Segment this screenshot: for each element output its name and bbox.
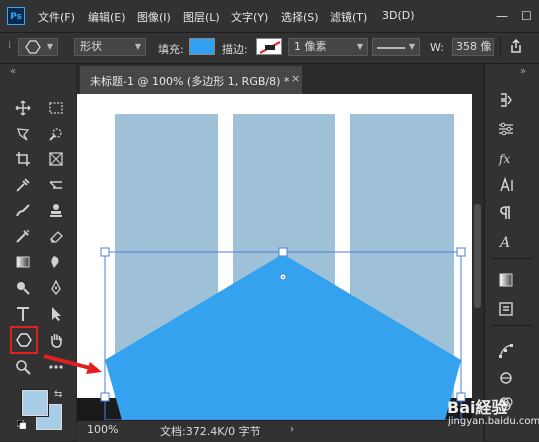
fx-icon[interactable]: fx [494, 146, 518, 170]
eraser-tool-icon[interactable] [45, 225, 67, 247]
chevron-down-icon: ▼ [356, 42, 363, 51]
frame-tool-icon[interactable] [45, 148, 67, 170]
crop-tool-icon[interactable] [12, 148, 34, 170]
hand-tool-icon[interactable] [45, 329, 67, 351]
minimize-button[interactable]: — [496, 9, 508, 23]
menu-edit[interactable]: 编辑(E) [88, 9, 126, 25]
properties-icon[interactable] [494, 339, 518, 363]
photoshop-logo: Ps [7, 7, 25, 25]
red-arrow-annotation [43, 354, 102, 374]
stroke-label: 描边: [222, 43, 248, 56]
stroke-color-swatch[interactable] [256, 38, 282, 55]
width-label: W: [430, 41, 444, 54]
baidu-watermark: Bai経验 [447, 398, 508, 417]
menu-bar [0, 0, 539, 33]
smudge-tool-icon[interactable] [45, 251, 67, 273]
menu-select[interactable]: 选择(S) [281, 9, 319, 25]
maximize-button[interactable]: ☐ [521, 9, 532, 23]
stroke-none-icon [259, 41, 281, 54]
stroke-width-value: 1 像素 [294, 40, 327, 53]
width-input[interactable]: 358 像 [452, 38, 494, 56]
fill-color-swatch[interactable] [189, 38, 215, 55]
tool-mode-value: 形状 [80, 40, 102, 53]
menu-filter[interactable]: 滤镜(T) [330, 9, 367, 25]
tool-mode-select[interactable]: 形状 ▼ [74, 38, 146, 56]
libraries-icon[interactable] [494, 297, 518, 321]
dodge-tool-icon[interactable] [12, 277, 34, 299]
zoom-level[interactable]: 100% [87, 423, 118, 436]
gradient-tool-icon[interactable] [12, 251, 34, 273]
polygon-tool-icon[interactable] [13, 329, 35, 351]
baidu-watermark-url: jingyan.baidu.com [448, 416, 539, 427]
expand-panels-icon[interactable]: » [520, 66, 526, 77]
chevron-down-icon: ▼ [134, 42, 141, 51]
default-colors-icon[interactable] [16, 419, 27, 430]
gradient-icon[interactable] [494, 268, 518, 292]
collapse-panel-icon[interactable]: « [10, 66, 16, 77]
svg-text:fx: fx [498, 152, 510, 166]
polygon-tool-preset-icon [25, 40, 41, 54]
type-tool-icon[interactable] [12, 303, 34, 325]
eyedropper-tool-icon[interactable] [12, 174, 34, 196]
pen-tool-icon[interactable] [45, 277, 67, 299]
close-document-button[interactable]: × [291, 72, 300, 85]
zoom-tool-icon[interactable] [12, 356, 34, 378]
ruler-tool-icon[interactable] [45, 174, 67, 196]
menu-type[interactable]: 文字(Y) [231, 9, 268, 25]
foreground-color-swatch[interactable] [22, 390, 48, 416]
clone-stamp-tool-icon[interactable] [45, 199, 67, 221]
healing-brush-tool-icon[interactable] [12, 199, 34, 221]
options-grip-icon: ⁞ [8, 40, 12, 51]
polygon-shape-layer[interactable] [77, 94, 472, 420]
svg-text:A: A [498, 235, 510, 249]
move-tool-icon[interactable] [12, 97, 34, 119]
transform-center-dot [282, 276, 284, 278]
stroke-type-select[interactable]: ▼ [372, 38, 420, 56]
swap-colors-icon[interactable]: ⇆ [54, 389, 62, 400]
document-info[interactable]: 文档:372.4K/0 字节 [160, 423, 261, 439]
menu-3d[interactable]: 3D(D) [382, 9, 415, 22]
chevron-down-icon: ▼ [408, 42, 415, 51]
status-menu-arrow-icon[interactable]: › [290, 424, 294, 435]
paths-icon[interactable] [494, 366, 518, 390]
history-brush-tool-icon[interactable] [12, 225, 34, 247]
transform-handle-top-center[interactable] [278, 247, 288, 257]
transform-handle-top-right[interactable] [456, 247, 466, 257]
transform-handle-top-left[interactable] [100, 247, 110, 257]
menu-image[interactable]: 图像(I) [137, 9, 171, 25]
panel-divider [492, 258, 532, 259]
character-icon[interactable] [494, 173, 518, 197]
paragraph-icon[interactable] [494, 201, 518, 225]
status-bar [77, 420, 483, 442]
menu-layer[interactable]: 图层(L) [183, 9, 220, 25]
adjustments-icon[interactable] [494, 117, 518, 141]
document-tab-title: 未标题-1 @ 100% (多边形 1, RGB/8) * [90, 75, 290, 88]
quick-selection-tool-icon[interactable] [45, 123, 67, 145]
glyphs-icon[interactable]: A [494, 229, 518, 253]
fill-label: 填充: [158, 43, 184, 56]
vertical-scrollbar-thumb[interactable] [474, 204, 481, 308]
stroke-width-select[interactable]: 1 像素 ▼ [288, 38, 368, 56]
panel-divider [492, 325, 532, 326]
chevron-down-icon: ▼ [46, 42, 53, 51]
menu-file[interactable]: 文件(F) [38, 9, 75, 25]
options-divider [500, 36, 501, 58]
path-selection-tool-icon[interactable] [45, 303, 67, 325]
tool-preset-picker[interactable]: ▼ [18, 38, 58, 56]
marquee-tool-icon[interactable] [45, 97, 67, 119]
history-icon[interactable] [494, 88, 518, 112]
lasso-tool-icon[interactable] [12, 123, 34, 145]
solid-line-icon [377, 47, 405, 49]
share-icon[interactable] [508, 38, 524, 57]
transform-handle-bottom-left[interactable] [100, 392, 110, 402]
